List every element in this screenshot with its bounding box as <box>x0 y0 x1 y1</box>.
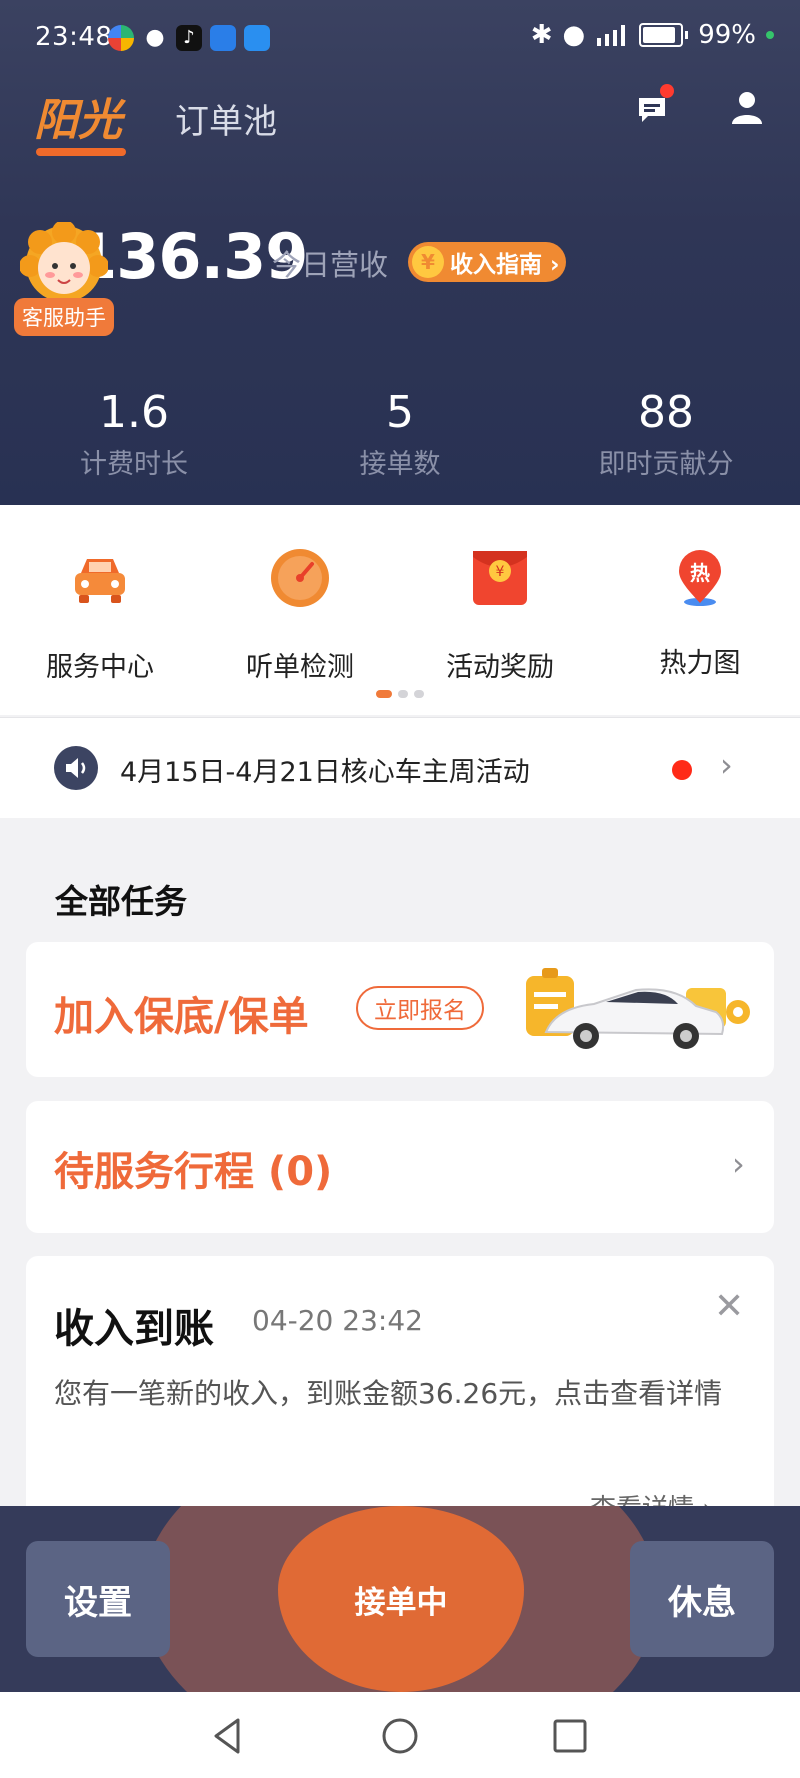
red-envelope-icon: ¥ <box>473 551 527 605</box>
section-title-all-tasks: 全部任务 <box>55 882 187 921</box>
quick-heatmap[interactable]: 热 热力图 <box>600 547 800 680</box>
system-navigation-bar <box>0 1692 800 1778</box>
stat-value: 1.6 <box>99 387 169 438</box>
guarantee-promo-card[interactable]: 加入保底/保单 立即报名 <box>26 942 774 1077</box>
bluetooth-icon: ✱ <box>530 20 553 50</box>
yuan-coin-icon: ¥ <box>412 246 444 278</box>
stat-label: 即时贡献分 <box>598 449 734 480</box>
location-icon: ● <box>562 20 586 50</box>
quick-activity-rewards[interactable]: ¥ 活动奖励 <box>400 547 600 684</box>
signal-icon <box>597 25 626 46</box>
stat-value: 5 <box>386 387 414 438</box>
chevron-right-icon: › <box>720 746 733 784</box>
income-guide-label: 收入指南 › <box>450 252 560 278</box>
stats-panel: 1.6 计费时长 5 接单数 88 即时贡献分 <box>0 360 800 505</box>
page-indicator <box>376 690 424 698</box>
douyin-app-icon: ♪ <box>176 25 202 51</box>
status-app-icons: ● ♪ <box>108 25 270 51</box>
navigation-app-icon <box>244 25 270 51</box>
page-dot <box>398 690 408 698</box>
message-icon[interactable] <box>636 94 668 126</box>
battery-tip <box>685 31 689 39</box>
wechat-app-icon: ● <box>145 25 165 50</box>
quick-service-center[interactable]: 服务中心 <box>0 547 200 684</box>
chevron-right-icon: › <box>732 1145 745 1183</box>
recents-icon[interactable] <box>548 1714 592 1758</box>
car-icon <box>75 559 125 603</box>
signup-button[interactable]: 立即报名 <box>356 986 484 1030</box>
car-promo-illustration <box>526 968 750 1049</box>
header-panel: 23:48 ● ♪ ✱ ● 99% 阳光 订单池 ¥136.39 今日营收 ¥ … <box>0 0 800 505</box>
pending-trips-title: 待服务行程 (0) <box>54 1149 333 1195</box>
bottom-action-bar: 接单中 设置 休息 <box>0 1506 800 1692</box>
status-indicators: ✱ ● 99% <box>531 20 774 50</box>
tab-brand[interactable]: 阳光 <box>34 84 122 148</box>
speaker-icon <box>54 746 98 790</box>
back-icon[interactable] <box>206 1714 250 1758</box>
status-time: 23:48 <box>35 22 113 52</box>
heatmap-pin-icon: 热 <box>669 547 731 609</box>
announcement-text: 4月15日-4月21日核心车主周活动 <box>120 757 530 788</box>
settings-button[interactable]: 设置 <box>26 1541 170 1657</box>
income-title: 收入到账 <box>54 1306 214 1352</box>
promo-title: 加入保底/保单 <box>54 994 309 1040</box>
income-guide-button[interactable]: ¥ 收入指南 › <box>408 242 566 282</box>
heat-badge: 热 <box>690 561 710 585</box>
stat-label: 计费时长 <box>80 449 188 480</box>
customer-service-tag[interactable]: 客服助手 <box>14 298 114 336</box>
svg-text:¥: ¥ <box>496 564 505 580</box>
battery-icon <box>639 23 684 47</box>
income-message: 您有一笔新的收入，到账金额36.26元，点击查看详情 <box>54 1377 723 1410</box>
stat-contribution-score[interactable]: 88 即时贡献分 <box>546 388 786 481</box>
top-navigation: 阳光 订单池 <box>0 80 800 160</box>
close-icon[interactable]: ✕ <box>714 1286 744 1327</box>
stat-label: 接单数 <box>359 449 441 480</box>
quick-menu: 服务中心 听单检测 ¥ 活动奖励 热 热力图 <box>0 505 800 715</box>
quick-label: 听单检测 <box>246 652 354 683</box>
gauge-icon <box>271 549 329 607</box>
rest-button[interactable]: 休息 <box>630 1541 774 1657</box>
page-dot-active <box>376 690 392 698</box>
announcement-bar[interactable]: 4月15日-4月21日核心车主周活动 › <box>0 717 800 818</box>
stat-billing-duration[interactable]: 1.6 计费时长 <box>14 388 254 481</box>
status-bar: 23:48 ● ♪ ✱ ● 99% <box>0 0 800 78</box>
announcement-unread-dot <box>672 760 692 780</box>
quick-label: 热力图 <box>659 648 741 679</box>
mic-indicator-dot <box>766 31 774 39</box>
message-unread-dot <box>660 84 674 98</box>
battery-percent: 99% <box>698 20 756 50</box>
income-notification-card[interactable]: 收入到账 04-20 23:42 ✕ 您有一笔新的收入，到账金额36.26元，点… <box>26 1256 774 1546</box>
quick-label: 服务中心 <box>46 652 154 683</box>
stat-orders-accepted[interactable]: 5 接单数 <box>280 388 520 481</box>
browser-app-icon <box>108 25 134 51</box>
income-timestamp: 04-20 23:42 <box>252 1304 423 1337</box>
active-tab-indicator <box>36 148 126 156</box>
quick-label: 活动奖励 <box>446 652 554 683</box>
home-icon[interactable] <box>378 1714 422 1758</box>
tab-order-pool[interactable]: 订单池 <box>175 94 277 143</box>
earnings-summary: ¥136.39 今日营收 ¥ 收入指南 › <box>0 210 800 310</box>
quick-listening-check[interactable]: 听单检测 <box>200 547 400 684</box>
user-profile-icon[interactable] <box>730 90 764 126</box>
today-revenue-label: 今日营收 <box>272 248 389 282</box>
stat-value: 88 <box>638 387 694 438</box>
hello-app-icon <box>210 25 236 51</box>
customer-service-mascot-icon[interactable] <box>20 222 108 310</box>
page-dot <box>414 690 424 698</box>
pending-trips-card[interactable]: 待服务行程 (0) › <box>26 1101 774 1233</box>
